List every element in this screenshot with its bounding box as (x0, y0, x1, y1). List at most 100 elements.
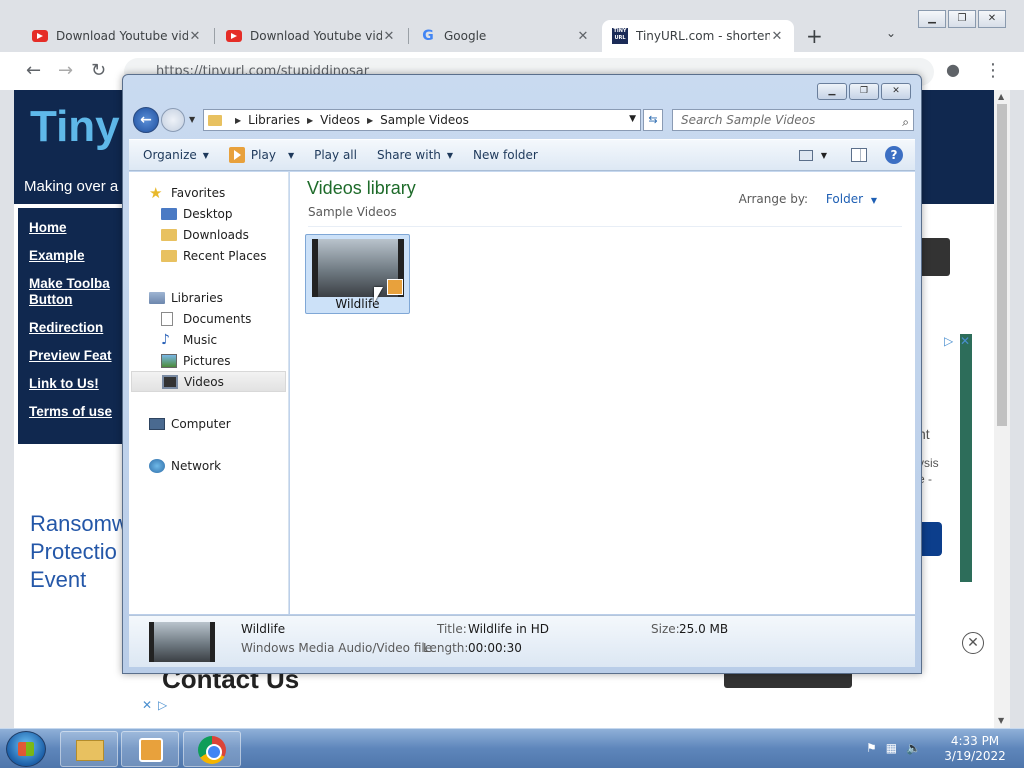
start-button[interactable] (6, 731, 46, 767)
clock-time: 4:33 PM (950, 734, 1000, 748)
close-button[interactable]: ✕ (978, 10, 1006, 28)
ad-close-icon[interactable]: ✕ (960, 334, 970, 348)
minimize-button[interactable]: ▁ (817, 83, 847, 100)
new-tab-button[interactable]: + (806, 24, 823, 48)
close-icon[interactable]: ✕ (188, 29, 202, 44)
details-pane: Wildlife Windows Media Audio/Video file … (129, 615, 915, 667)
chevron-right-icon[interactable]: ▶ (235, 116, 241, 125)
back-icon[interactable]: ← (26, 60, 41, 81)
divider (308, 226, 902, 227)
change-view-icon[interactable] (798, 149, 813, 161)
chevron-right-icon[interactable]: ▶ (367, 116, 373, 125)
nav-recent-places[interactable]: Recent Places (129, 245, 288, 266)
play-all-button[interactable]: Play all (304, 148, 367, 162)
share-with-button[interactable]: Share with ▼ (367, 148, 463, 162)
arrange-label: Arrange by: (738, 192, 809, 206)
details-size-label: Size: (651, 622, 680, 636)
forward-button[interactable] (161, 108, 185, 132)
close-icon[interactable]: ✕ (576, 29, 590, 44)
details-length-label: Length: (423, 641, 469, 655)
details-title-value[interactable]: Wildlife in HD (468, 622, 549, 636)
play-button[interactable]: Play ▼ (219, 147, 304, 163)
nav-videos[interactable]: Videos (131, 371, 286, 392)
forward-icon[interactable]: → (58, 60, 73, 81)
arrange-by: Arrange by: Folder ▼ (739, 192, 877, 206)
nav-label: Pictures (183, 353, 231, 368)
tab-youtube-2[interactable]: Download Youtube vide ✕ (216, 20, 406, 52)
star-icon: ★ (149, 183, 163, 202)
file-list-pane: Videos library Sample Videos Arrange by:… (290, 172, 915, 614)
clock[interactable]: 4:33 PM 3/19/2022 (940, 734, 1010, 764)
close-icon[interactable]: ✕ (770, 29, 784, 44)
explorer-address-bar[interactable]: ▶ Libraries ▶ Videos ▶ Sample Videos ▼ (203, 109, 641, 131)
clock-date: 3/19/2022 (944, 749, 1006, 763)
file-item-wildlife[interactable]: Wildlife (305, 234, 410, 314)
organize-button[interactable]: Organize ▼ (129, 148, 219, 162)
nav-documents[interactable]: Documents (129, 308, 288, 329)
breadcrumb-libraries[interactable]: Libraries (248, 113, 300, 127)
ad-line: Protectio (30, 539, 117, 564)
chevron-right-icon[interactable]: ▶ (307, 116, 313, 125)
arrange-by-dropdown[interactable]: Folder (826, 192, 863, 206)
menu-icon[interactable]: ⋮ (984, 60, 1002, 81)
network-tray-icon[interactable]: ▦ (886, 741, 897, 755)
nav-music[interactable]: ♪ Music (129, 329, 288, 350)
ad-banner-left[interactable]: Ransomw Protectio Event (30, 510, 128, 594)
nav-pictures[interactable]: Pictures (129, 350, 288, 371)
navigation-pane: ★ Favorites Desktop Downloads Recent Plac… (129, 172, 289, 614)
chevron-down-icon[interactable]: ▼ (629, 114, 636, 124)
ad-close-icon[interactable]: ✕ (142, 698, 152, 712)
play-label: Play (250, 148, 276, 162)
page-scrollbar[interactable]: ▲ ▼ (994, 90, 1010, 728)
back-button[interactable]: ← (133, 107, 159, 133)
close-icon[interactable]: ✕ (382, 29, 396, 44)
tab-title: Download Youtube vide (250, 29, 382, 43)
taskbar-explorer[interactable] (60, 731, 118, 767)
explorer-window: ▁ ❐ ✕ ← ▼ ▶ Libraries ▶ Videos ▶ Sample … (122, 74, 922, 674)
nav-downloads[interactable]: Downloads (129, 224, 288, 245)
tab-search-icon[interactable]: ⌄ (886, 26, 896, 40)
action-center-icon[interactable]: ⚑ (866, 741, 877, 755)
new-folder-button[interactable]: New folder (463, 148, 548, 162)
chrome-icon (198, 736, 226, 764)
close-icon[interactable]: ✕ (962, 632, 984, 654)
share-with-label: Share with (376, 148, 441, 162)
taskbar-chrome[interactable] (183, 731, 241, 767)
ad-choices-icon[interactable]: ▷ (944, 334, 953, 348)
search-input[interactable]: Search Sample Videos ⌕ (672, 109, 914, 131)
search-icon[interactable]: ⌕ (902, 112, 909, 132)
scroll-down-icon[interactable]: ▼ (998, 716, 1004, 725)
nav-network[interactable]: Network (129, 455, 288, 476)
chevron-down-icon[interactable]: ▼ (871, 196, 877, 205)
nav-link-toolbar-button[interactable]: Make Toolba Button (29, 276, 119, 308)
maximize-button[interactable]: ❐ (948, 10, 976, 28)
nav-favorites[interactable]: ★ Favorites (129, 182, 288, 203)
scroll-up-icon[interactable]: ▲ (998, 92, 1004, 101)
tab-youtube-1[interactable]: Download Youtube vide ✕ (22, 20, 212, 52)
breadcrumb-sample-videos[interactable]: Sample Videos (380, 113, 469, 127)
tab-tinyurl[interactable]: TINY URL TinyURL.com - shorten ✕ (602, 20, 794, 52)
chevron-down-icon[interactable]: ▼ (821, 151, 827, 160)
preview-pane-icon[interactable] (851, 148, 867, 162)
nav-label: Computer (171, 416, 231, 431)
nav-libraries[interactable]: Libraries (129, 287, 288, 308)
nav-desktop[interactable]: Desktop (129, 203, 288, 224)
reload-icon[interactable]: ↻ (91, 60, 106, 81)
help-icon[interactable]: ? (885, 146, 903, 164)
minimize-button[interactable]: ▁ (918, 10, 946, 28)
ad-choices-icon[interactable]: ▷ (158, 698, 167, 712)
volume-icon[interactable]: 🔈 (906, 741, 921, 755)
close-button[interactable]: ✕ (881, 83, 911, 100)
tab-google[interactable]: G Google ✕ (410, 20, 600, 52)
taskbar-media-player[interactable] (121, 731, 179, 767)
maximize-button[interactable]: ❐ (849, 83, 879, 100)
site-nav: Home Example Make Toolba Button Redirect… (18, 208, 138, 444)
nav-computer[interactable]: Computer (129, 413, 288, 434)
breadcrumb-videos[interactable]: Videos (320, 113, 360, 127)
youtube-icon (32, 30, 48, 42)
scroll-thumb[interactable] (997, 104, 1007, 426)
computer-icon (149, 417, 165, 430)
recent-pages-icon[interactable]: ▼ (189, 115, 195, 124)
refresh-button[interactable]: ⇆ (643, 109, 663, 131)
profile-icon[interactable]: ● (946, 60, 960, 79)
